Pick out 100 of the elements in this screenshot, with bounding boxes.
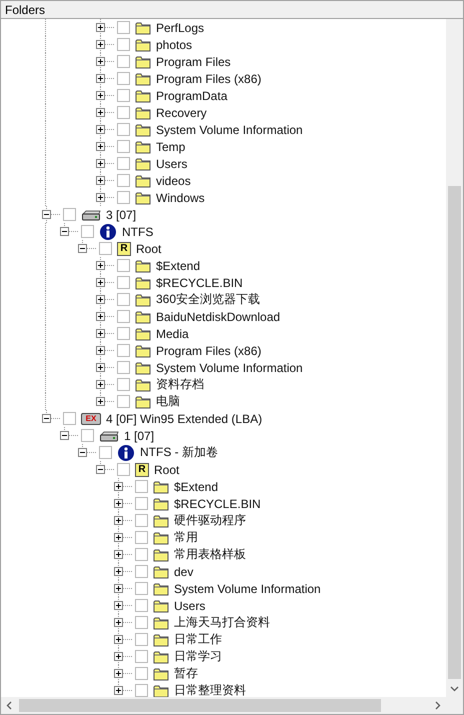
tree-item-label[interactable]: BaiduNetdiskDownload: [155, 310, 282, 324]
checkbox[interactable]: [117, 327, 130, 340]
expand-icon[interactable]: [114, 652, 123, 661]
expand-icon[interactable]: [96, 23, 105, 32]
checkbox[interactable]: [63, 208, 76, 221]
tree-item-label[interactable]: Users: [155, 156, 188, 170]
checkbox[interactable]: [99, 446, 112, 459]
tree-item-label[interactable]: System Volume Information: [173, 582, 322, 596]
checkbox[interactable]: [135, 616, 148, 629]
checkbox[interactable]: [117, 378, 130, 391]
expand-icon[interactable]: [114, 584, 123, 593]
scrollbar-thumb[interactable]: [448, 186, 461, 679]
checkbox[interactable]: [117, 140, 130, 153]
tree-item-label[interactable]: $RECYCLE.BIN: [173, 496, 262, 510]
checkbox[interactable]: [117, 157, 130, 170]
tree-item-label[interactable]: 1 [07]: [123, 428, 156, 442]
expand-icon[interactable]: [114, 567, 123, 576]
checkbox[interactable]: [135, 599, 148, 612]
checkbox[interactable]: [135, 497, 148, 510]
tree-item-label[interactable]: 360安全浏览器下载: [155, 291, 262, 308]
expand-icon[interactable]: [114, 550, 123, 559]
tree-item-label[interactable]: 暂存: [173, 665, 199, 682]
checkbox[interactable]: [135, 514, 148, 527]
tree-item-label[interactable]: 日常学习: [173, 648, 223, 665]
collapse-icon[interactable]: [42, 210, 51, 219]
expand-icon[interactable]: [96, 363, 105, 372]
checkbox[interactable]: [135, 480, 148, 493]
tree-item-label[interactable]: PerfLogs: [155, 20, 206, 34]
checkbox[interactable]: [117, 55, 130, 68]
checkbox[interactable]: [117, 21, 130, 34]
expand-icon[interactable]: [96, 57, 105, 66]
expand-icon[interactable]: [114, 482, 123, 491]
tree-item-label[interactable]: System Volume Information: [155, 360, 304, 374]
tree-item-label[interactable]: dev: [173, 564, 194, 578]
expand-icon[interactable]: [96, 142, 105, 151]
checkbox[interactable]: [135, 667, 148, 680]
expand-icon[interactable]: [96, 40, 105, 49]
collapse-icon[interactable]: [78, 448, 87, 457]
tree-item-label[interactable]: photos: [155, 38, 194, 52]
expand-icon[interactable]: [96, 108, 105, 117]
checkbox[interactable]: [135, 684, 148, 697]
expand-icon[interactable]: [96, 397, 105, 406]
tree-item-label[interactable]: Windows: [155, 190, 206, 204]
expand-icon[interactable]: [96, 329, 105, 338]
checkbox[interactable]: [117, 361, 130, 374]
tree-item-label[interactable]: 上海天马打合资料: [173, 614, 271, 631]
expand-icon[interactable]: [96, 125, 105, 134]
checkbox[interactable]: [117, 344, 130, 357]
tree-item-label[interactable]: NTFS - 新加卷: [139, 444, 219, 461]
checkbox[interactable]: [117, 276, 130, 289]
expand-icon[interactable]: [96, 295, 105, 304]
checkbox[interactable]: [135, 565, 148, 578]
checkbox[interactable]: [117, 174, 130, 187]
tree-item-label[interactable]: 硬件驱动程序: [173, 512, 247, 529]
tree-item-label[interactable]: 3 [07]: [105, 208, 138, 222]
checkbox[interactable]: [135, 548, 148, 561]
tree-item-label[interactable]: $Extend: [155, 258, 202, 272]
tree-item-label[interactable]: Users: [173, 598, 206, 612]
checkbox[interactable]: [81, 225, 94, 238]
expand-icon[interactable]: [114, 516, 123, 525]
tree-item-label[interactable]: ProgramData: [155, 88, 228, 102]
checkbox[interactable]: [117, 293, 130, 306]
tree-item-label[interactable]: Root: [153, 462, 180, 476]
tree-item-label[interactable]: $Extend: [173, 480, 220, 494]
expand-icon[interactable]: [96, 278, 105, 287]
checkbox[interactable]: [117, 38, 130, 51]
collapse-icon[interactable]: [78, 244, 87, 253]
checkbox[interactable]: [135, 633, 148, 646]
expand-icon[interactable]: [114, 601, 123, 610]
collapse-icon[interactable]: [60, 431, 69, 440]
tree-item-label[interactable]: Temp: [155, 140, 186, 154]
tree-item-label[interactable]: 常用: [173, 529, 199, 546]
tree-item-label[interactable]: 资料存档: [155, 376, 205, 393]
expand-icon[interactable]: [114, 635, 123, 644]
tree-item-label[interactable]: Program Files (x86): [155, 72, 262, 86]
tree-item-label[interactable]: 日常工作: [173, 631, 223, 648]
expand-icon[interactable]: [114, 618, 123, 627]
expand-icon[interactable]: [114, 686, 123, 695]
expand-icon[interactable]: [96, 159, 105, 168]
expand-icon[interactable]: [96, 176, 105, 185]
checkbox[interactable]: [63, 412, 76, 425]
checkbox[interactable]: [117, 463, 130, 476]
tree-item-label[interactable]: $RECYCLE.BIN: [155, 276, 244, 290]
tree-item-label[interactable]: 电脑: [155, 393, 181, 410]
tree-item-label[interactable]: Media: [155, 326, 190, 340]
tree-item-label[interactable]: Root: [135, 242, 162, 256]
checkbox[interactable]: [117, 123, 130, 136]
checkbox[interactable]: [81, 429, 94, 442]
tree-item-label[interactable]: Program Files: [155, 54, 232, 68]
expand-icon[interactable]: [96, 380, 105, 389]
checkbox[interactable]: [117, 310, 130, 323]
checkbox[interactable]: [135, 531, 148, 544]
tree-item-label[interactable]: videos: [155, 174, 192, 188]
expand-icon[interactable]: [96, 74, 105, 83]
expand-icon[interactable]: [114, 533, 123, 542]
collapse-icon[interactable]: [42, 414, 51, 423]
expand-icon[interactable]: [96, 261, 105, 270]
tree-item-label[interactable]: System Volume Information: [155, 122, 304, 136]
expand-icon[interactable]: [96, 91, 105, 100]
checkbox[interactable]: [99, 242, 112, 255]
